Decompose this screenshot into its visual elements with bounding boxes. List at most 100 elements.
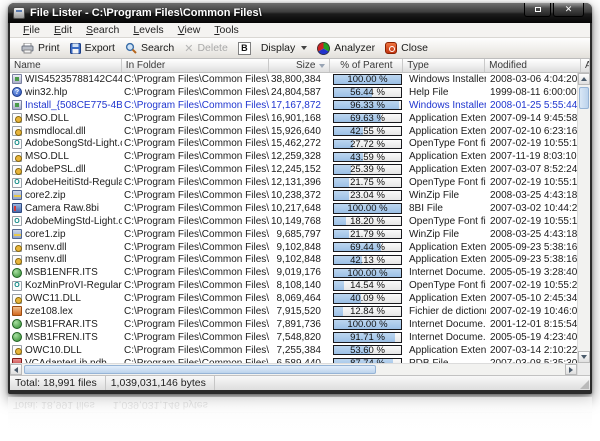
zip-file-icon <box>12 229 22 239</box>
table-row[interactable]: AdobeHeitiStd-Regula... C:\Program Files… <box>10 176 577 189</box>
table-row[interactable]: AdobePSL.dll C:\Program Files\Common Fil… <box>10 163 577 176</box>
bold-b-icon: B <box>238 42 251 55</box>
column-header-name[interactable]: Name <box>10 59 122 72</box>
dropdown-arrow-icon <box>301 46 307 50</box>
table-row[interactable]: VCAdapterLib.pdb C:\Program Files\Common… <box>10 357 577 363</box>
table-row[interactable]: OWC10.DLL C:\Program Files\Common Files\… <box>10 344 577 357</box>
table-row[interactable]: win32.hlp C:\Program Files\Common Files\… <box>10 86 577 99</box>
file-folder: C:\Program Files\Common Files\Adob... <box>122 216 269 227</box>
table-row[interactable]: Install_{508CE775-4B... C:\Program Files… <box>10 99 577 112</box>
display-dropdown[interactable]: Display <box>258 42 314 54</box>
export-button[interactable]: Export <box>67 42 122 54</box>
column-header-size[interactable]: Size <box>269 59 331 72</box>
horizontal-scrollbar[interactable] <box>10 363 577 375</box>
file-modified: 2007-02-19 10:55:22 PM <box>486 280 577 291</box>
bold-toggle-button[interactable]: B <box>235 42 258 55</box>
dll-file-icon <box>12 345 22 355</box>
titlebar[interactable]: File Lister - C:\Program Files\Common Fi… <box>8 3 592 23</box>
table-row[interactable]: cze108.lex C:\Program Files\Common Files… <box>10 305 577 318</box>
search-button[interactable]: Search <box>122 42 181 54</box>
file-name: VCAdapterLib.pdb <box>25 358 107 363</box>
file-folder: C:\Program Files\Common Files\Wind... <box>122 100 269 111</box>
file-size: 10,238,372 <box>269 190 331 201</box>
scroll-right-button[interactable] <box>565 364 577 375</box>
menu-search[interactable]: Search <box>79 24 126 36</box>
table-row[interactable]: MSO.DLL C:\Program Files\Common Files\Mi… <box>10 112 577 125</box>
table-row[interactable]: MSB1FREN.ITS C:\Program Files\Common Fil… <box>10 331 577 344</box>
percent-of-parent-bar: 21.79 % <box>333 229 402 240</box>
scroll-left-button[interactable] <box>10 364 22 375</box>
resize-grip-icon[interactable] <box>580 380 589 389</box>
column-header-in-folder[interactable]: In Folder <box>122 59 269 72</box>
file-modified: 2008-03-06 4:04:20 PM <box>486 74 577 85</box>
window-title: File Lister - C:\Program Files\Common Fi… <box>30 7 262 19</box>
horizontal-scroll-thumb[interactable] <box>24 365 376 374</box>
table-row[interactable]: msenv.dll C:\Program Files\Common Files\… <box>10 241 577 254</box>
maximize-restore-button[interactable] <box>524 3 551 17</box>
menu-levels[interactable]: Levels <box>126 24 170 36</box>
zip-file-icon <box>12 190 22 200</box>
app-icon <box>13 7 25 19</box>
file-name: MSB1ENFR.ITS <box>25 267 98 278</box>
file-folder: C:\Program Files\Common Files\Adob... <box>122 306 269 317</box>
table-row[interactable]: AdobeSongStd-Light.otf C:\Program Files\… <box>10 137 577 150</box>
file-folder: C:\Program Files\Common Files\Micro... <box>122 267 269 278</box>
menu-tools[interactable]: Tools <box>207 24 246 36</box>
menu-edit[interactable]: Edit <box>47 24 79 36</box>
table-row[interactable]: Camera Raw.8bi C:\Program Files\Common F… <box>10 202 577 215</box>
scroll-down-button[interactable] <box>578 351 590 363</box>
file-name: win32.hlp <box>25 87 67 98</box>
file-folder: C:\Program Files\Common Files\Adob... <box>122 203 269 214</box>
column-header-attributes[interactable]: A <box>581 59 590 72</box>
menu-view[interactable]: View <box>171 24 208 36</box>
table-row[interactable]: core1.zip C:\Program Files\Common Files\… <box>10 228 577 241</box>
file-list: Name In Folder Size % of Parent Type Mod… <box>10 59 590 375</box>
percent-of-parent-bar: 87.74 % <box>333 358 402 363</box>
file-type: Help File <box>404 87 486 98</box>
file-type: Application Exten... <box>404 151 486 162</box>
file-type: Application Exten... <box>404 113 486 124</box>
table-row[interactable]: AdobeMingStd-Light.otf C:\Program Files\… <box>10 215 577 228</box>
file-modified: 2001-12-01 8:15:54 PM <box>486 319 577 330</box>
percent-label: 40.09 % <box>334 294 401 303</box>
column-header-percent[interactable]: % of Parent <box>330 59 403 72</box>
file-size: 8,108,140 <box>269 280 331 291</box>
otf-file-icon <box>12 281 22 291</box>
menu-file[interactable]: File <box>16 24 47 36</box>
table-row[interactable]: OWC11.DLL C:\Program Files\Common Files\… <box>10 292 577 305</box>
table-row[interactable]: core2.zip C:\Program Files\Common Files\… <box>10 189 577 202</box>
print-button[interactable]: Print <box>18 42 67 54</box>
scroll-up-button[interactable] <box>578 73 590 85</box>
column-header-type[interactable]: Type <box>403 59 485 72</box>
table-row[interactable]: WIS45235788142C44... C:\Program Files\Co… <box>10 73 577 86</box>
otf-file-icon <box>12 216 22 226</box>
close-x-icon: ✕ <box>565 5 573 14</box>
analyzer-button[interactable]: Analyzer <box>314 42 382 55</box>
vertical-scrollbar[interactable] <box>577 73 590 363</box>
vertical-scroll-thumb[interactable] <box>579 87 589 109</box>
file-size: 38,800,384 <box>269 74 331 85</box>
close-window-button[interactable]: ✕ <box>553 3 584 17</box>
file-modified: 2005-09-23 5:38:16 AM <box>486 254 577 265</box>
table-row[interactable]: MSB1ENFR.ITS C:\Program Files\Common Fil… <box>10 266 577 279</box>
table-row[interactable]: KozMinProVI-Regular.otf C:\Program Files… <box>10 279 577 292</box>
percent-label: 100.00 % <box>334 204 401 213</box>
file-modified: 2005-09-23 5:38:16 AM <box>486 242 577 253</box>
table-row[interactable]: msenv.dll C:\Program Files\Common Files\… <box>10 253 577 266</box>
close-list-button[interactable]: Close <box>382 42 435 54</box>
percent-label: 25.39 % <box>334 165 401 174</box>
arrow-up-icon <box>581 77 587 81</box>
file-name: MSB1FREN.ITS <box>25 332 98 343</box>
file-modified: 2007-03-14 2:10:22 PM <box>486 345 577 356</box>
table-row[interactable]: MSO.DLL C:\Program Files\Common Files\Mi… <box>10 150 577 163</box>
table-row[interactable]: MSB1FRAR.ITS C:\Program Files\Common Fil… <box>10 318 577 331</box>
vertical-scroll-track[interactable] <box>578 111 590 351</box>
table-row[interactable]: msmdlocal.dll C:\Program Files\Common Fi… <box>10 125 577 138</box>
file-size: 15,926,640 <box>269 126 331 137</box>
file-type: Application Exten... <box>404 293 486 304</box>
file-modified: 2005-05-19 3:28:40 PM <box>486 267 577 278</box>
magnifier-icon <box>125 42 137 54</box>
column-header-modified[interactable]: Modified <box>485 59 581 72</box>
file-type: Internet Docume... <box>404 267 486 278</box>
horizontal-scroll-track[interactable] <box>378 364 565 375</box>
